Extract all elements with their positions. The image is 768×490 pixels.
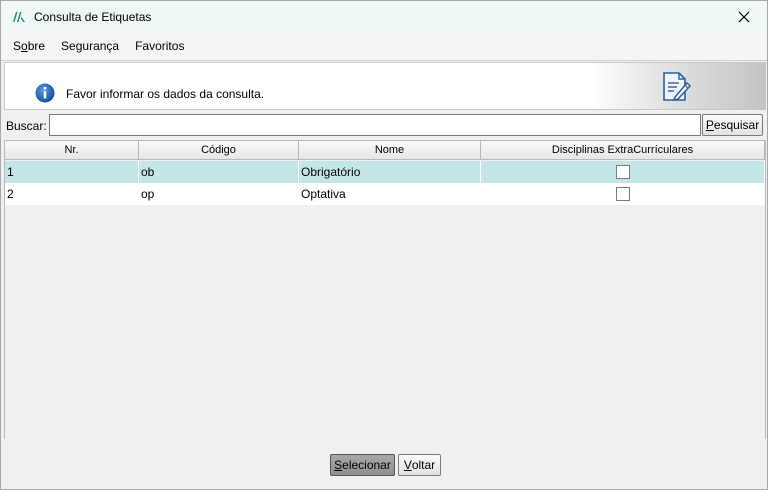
menu-favoritos[interactable]: Favoritos <box>135 39 184 53</box>
search-label: Buscar: <box>6 119 47 133</box>
window-title: Consulta de Etiquetas <box>34 9 152 24</box>
info-icon <box>35 83 55 103</box>
menu-seguranca[interactable]: Segurança <box>61 39 119 53</box>
app-logo-icon <box>13 11 25 22</box>
cell-nr: 2 <box>5 183 139 205</box>
cell-codigo: ob <box>139 161 299 183</box>
dialog-window: Consulta de Etiquetas Sobre Segurança Fa… <box>0 0 768 490</box>
search-input[interactable] <box>49 114 701 136</box>
column-header-codigo[interactable]: Código <box>139 141 299 160</box>
back-button[interactable]: Voltar <box>398 454 441 476</box>
table-row[interactable]: 1 ob Obrigatório <box>5 161 765 183</box>
close-icon <box>738 11 750 22</box>
extracurricular-checkbox[interactable] <box>615 165 630 179</box>
search-button[interactable]: Pesquisar <box>702 114 763 136</box>
cell-extracurricular <box>481 161 765 183</box>
column-header-nome[interactable]: Nome <box>299 141 481 160</box>
footer-bar: Selecionar Voltar <box>1 439 767 489</box>
column-header-nr[interactable]: Nr. <box>5 141 139 160</box>
table-row[interactable]: 2 op Optativa <box>5 183 765 205</box>
select-button[interactable]: Selecionar <box>330 454 395 476</box>
search-row: Buscar: Pesquisar <box>1 112 767 140</box>
cell-extracurricular <box>481 183 765 205</box>
title-bar: Consulta de Etiquetas <box>1 1 767 32</box>
banner-message: Favor informar os dados da consulta. <box>66 87 265 101</box>
close-button[interactable] <box>721 1 767 32</box>
cell-nome: Optativa <box>299 183 481 205</box>
results-table: Nr. Código Nome Disciplinas ExtraCurrícu… <box>4 140 766 440</box>
cell-nr: 1 <box>5 161 139 183</box>
column-header-extracurriculares[interactable]: Disciplinas ExtraCurrículares <box>481 141 765 160</box>
cell-codigo: op <box>139 183 299 205</box>
extracurricular-checkbox[interactable] <box>615 187 630 201</box>
menu-bar: Sobre Segurança Favoritos <box>1 32 767 61</box>
info-banner: Favor informar os dados da consulta. <box>4 62 766 110</box>
document-edit-icon <box>663 72 692 102</box>
menu-sobre[interactable]: Sobre <box>13 39 45 53</box>
table-header: Nr. Código Nome Disciplinas ExtraCurrícu… <box>5 141 765 161</box>
cell-nome: Obrigatório <box>299 161 481 183</box>
